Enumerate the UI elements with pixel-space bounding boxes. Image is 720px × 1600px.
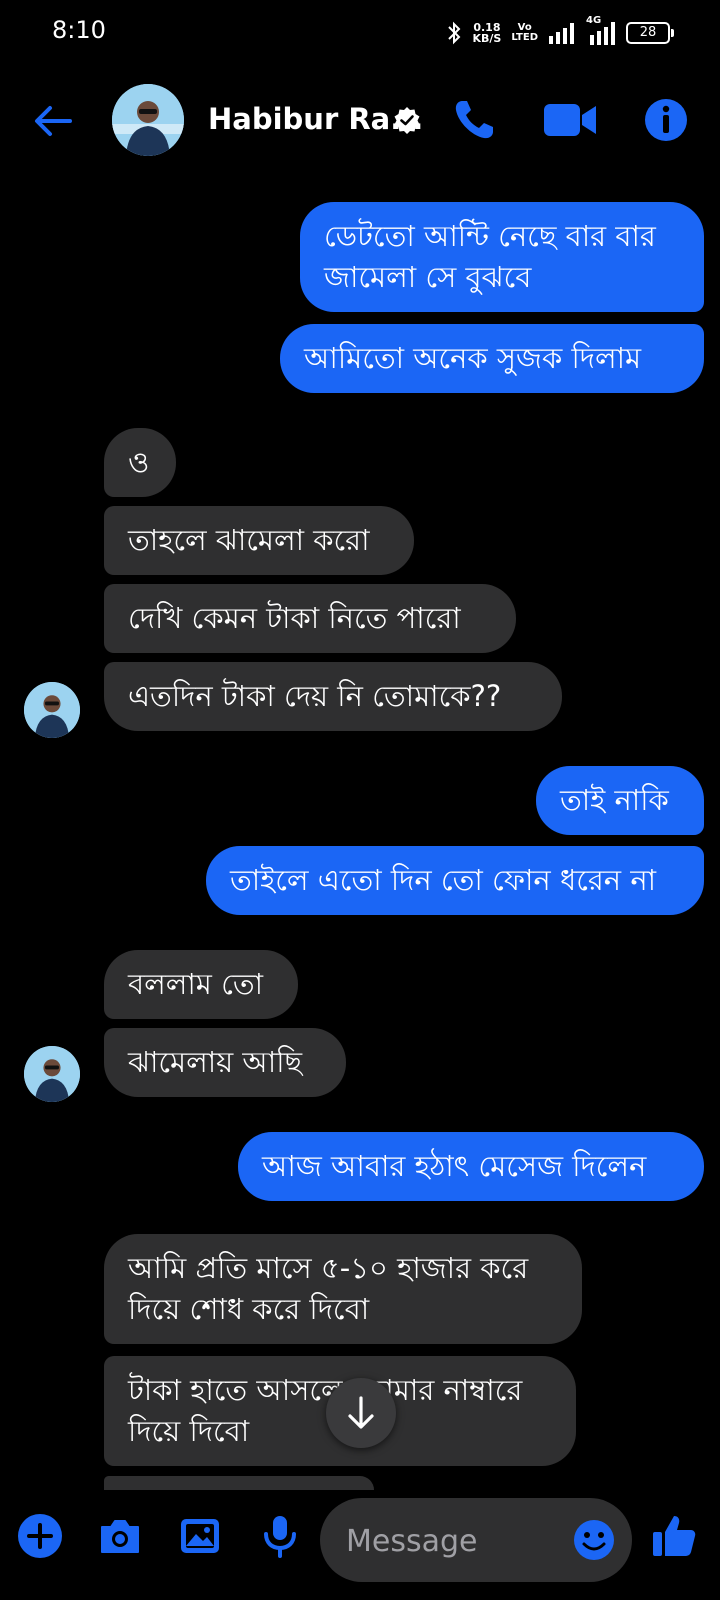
message-bubble-incoming[interactable]: ও [104, 428, 176, 497]
message-text: দেখি কেমন টাকা নিতে পারো [128, 601, 461, 635]
message-input-container[interactable] [320, 1498, 632, 1582]
message-composer [0, 1490, 720, 1600]
message-bubble-incoming[interactable]: আমি প্রতি মাসে ৫-১০ হাজার করে দিয়ে শোধ … [104, 1234, 582, 1344]
sender-avatar[interactable] [24, 1046, 80, 1102]
message-text: আজ আবার হঠাৎ মেসেজ দিলেন [262, 1149, 647, 1183]
message-text: জামেলা সে বুঝবে [324, 260, 532, 294]
message-bubble-incoming[interactable]: দেখি কেমন টাকা নিতে পারো [104, 584, 516, 653]
message-bubble-incoming[interactable]: তাহলে ঝামেলা করো [104, 506, 414, 575]
thumbs-up-icon[interactable] [650, 1512, 698, 1560]
scroll-to-bottom-button[interactable] [326, 1378, 396, 1448]
phone-icon[interactable] [450, 96, 498, 144]
arrow-down-icon [348, 1396, 374, 1429]
bluetooth-icon [448, 21, 461, 45]
chat-header: Habibur Ra... [0, 72, 720, 168]
avatar-image [112, 84, 184, 156]
plus-icon[interactable] [16, 1512, 64, 1560]
status-bar: 8:10 0.18 KB/S Vo LTED 4G 28 [0, 0, 720, 64]
status-time: 8:10 [52, 16, 106, 44]
microphone-icon[interactable] [256, 1512, 304, 1560]
signal-4g-icon [590, 22, 615, 45]
camera-icon[interactable] [96, 1512, 144, 1560]
message-text: তাই নাকি [560, 783, 669, 817]
message-text: আমি প্রতি মাসে ৫-১০ হাজার করে [128, 1251, 529, 1285]
sender-avatar[interactable] [24, 682, 80, 738]
message-text: ঝামেলায় আছি [128, 1045, 303, 1079]
message-bubble-outgoing[interactable]: তাই নাকি [536, 766, 704, 835]
message-text: দিয়ে শোধ করে দিবো [128, 1292, 370, 1326]
message-text: তাহলে ঝামেলা করো [128, 523, 370, 557]
back-arrow-icon[interactable] [30, 98, 76, 144]
message-text: বললাম তো [128, 967, 264, 1001]
image-icon[interactable] [176, 1512, 224, 1560]
message-bubble-incoming[interactable]: বললাম তো [104, 950, 298, 1019]
emoji-icon[interactable] [572, 1518, 616, 1562]
volte-bottom: LTED [511, 32, 538, 43]
partial-bubble [104, 1476, 374, 1490]
contact-avatar[interactable] [112, 84, 184, 156]
message-bubble-outgoing[interactable]: আমিতো অনেক সুজক দিলাম [280, 324, 704, 393]
status-icons: 0.18 KB/S Vo LTED 4G 28 [446, 15, 674, 48]
verified-badge-icon [394, 107, 420, 134]
message-text: ও [128, 445, 150, 479]
avatar-image [24, 1046, 80, 1102]
signal-icon [549, 23, 574, 44]
contact-name[interactable]: Habibur Ra... [208, 102, 423, 136]
message-bubble-incoming[interactable]: ঝামেলায় আছি [104, 1028, 346, 1097]
signal-4g: 4G [586, 15, 616, 45]
video-camera-icon[interactable] [542, 98, 598, 142]
battery-indicator: 28 [626, 22, 674, 44]
message-bubble-outgoing[interactable]: ডেটতো আন্টি নেছে বার বার জামেলা সে বুঝবে [300, 202, 704, 312]
message-text: ডেটতো আন্টি নেছে বার বার [324, 219, 656, 253]
volte-indicator: Vo LTED [511, 23, 538, 43]
message-text: তাইলে এতো দিন তো ফোন ধরেন না [230, 863, 657, 897]
message-text: আমিতো অনেক সুজক দিলাম [304, 341, 642, 375]
message-text: এতদিন টাকা দেয় নি তোমাকে?? [128, 679, 502, 713]
message-bubble-incoming[interactable]: এতদিন টাকা দেয় নি তোমাকে?? [104, 662, 562, 731]
message-input[interactable] [344, 1512, 558, 1570]
info-icon[interactable] [642, 96, 690, 144]
message-bubble-outgoing[interactable]: আজ আবার হঠাৎ মেসেজ দিলেন [238, 1132, 704, 1201]
net-speed: 0.18 KB/S [472, 22, 501, 44]
avatar-image [24, 682, 80, 738]
net-speed-unit: KB/S [472, 32, 502, 45]
message-bubble-outgoing[interactable]: তাইলে এতো দিন তো ফোন ধরেন না [206, 846, 704, 915]
